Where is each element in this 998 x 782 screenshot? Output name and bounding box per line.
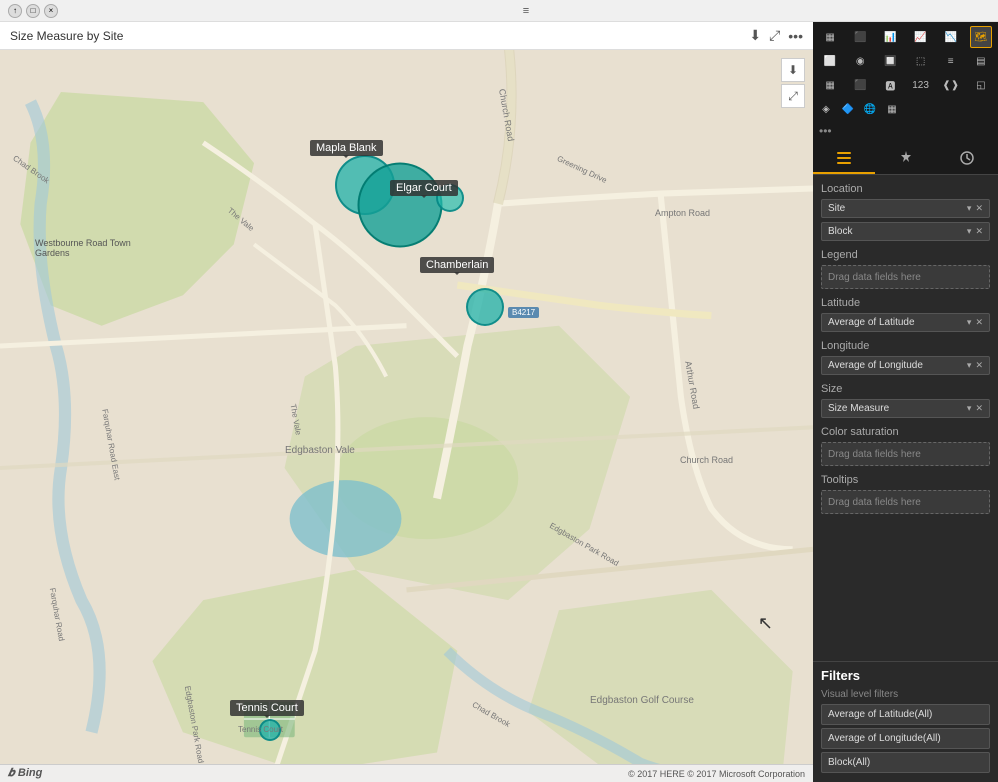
- map-panel: Size Measure by Site ⬇ ⤢ •••: [0, 22, 813, 782]
- viz-shape-icon[interactable]: ◈: [815, 98, 837, 120]
- win-maximize-btn[interactable]: □: [26, 4, 40, 18]
- field-tag-size[interactable]: Size Measure ▾ ✕: [821, 399, 990, 418]
- expand-btn[interactable]: ⤢: [769, 27, 780, 44]
- viz-text-icon[interactable]: 🅰: [879, 74, 901, 96]
- chevron-site-icon[interactable]: ▾: [967, 203, 972, 214]
- tab-format[interactable]: [875, 144, 937, 174]
- chevron-latitude-icon[interactable]: ▾: [967, 317, 972, 328]
- map-background: [0, 50, 813, 764]
- map-container[interactable]: Church Road Ampton Road Arthur Road Chur…: [0, 50, 813, 764]
- field-tag-longitude[interactable]: Average of Longitude ▾ ✕: [821, 356, 990, 375]
- map-title-bar: Size Measure by Site ⬇ ⤢ •••: [0, 22, 813, 50]
- legend-drop-zone: Drag data fields here: [821, 265, 990, 289]
- viz-treemap-icon[interactable]: 🔲: [879, 50, 901, 72]
- tooltips-drop-zone: Drag data fields here: [821, 490, 990, 514]
- bubble-chamberlain[interactable]: [466, 288, 504, 326]
- section-longitude-label: Longitude: [821, 340, 990, 352]
- field-tag-site-label: Site: [828, 203, 845, 214]
- filters-section: Filters Visual level filters Average of …: [813, 661, 998, 782]
- viz-kpi-icon[interactable]: ⬛: [849, 74, 871, 96]
- field-tag-longitude-label: Average of Longitude: [828, 360, 923, 371]
- right-panel: ▦ ⬛ 📊 📈 📉 🗺 ⬜ ◉ 🔲 ⬚ ≡ ▤ ▦ ⬛ 🅰 123 ❰❱: [813, 22, 998, 782]
- close-longitude-icon[interactable]: ✕: [975, 360, 983, 371]
- viz-row-3: ▦ ⬛ 🅰 123 ❰❱ ◱: [815, 74, 996, 96]
- fields-tabs: [813, 144, 998, 175]
- tab-fields[interactable]: [813, 144, 875, 174]
- viz-card-icon[interactable]: 123: [910, 74, 932, 96]
- close-block-icon[interactable]: ✕: [975, 226, 983, 237]
- viz-stacked-icon[interactable]: ⬛: [849, 26, 871, 48]
- viz-icons-area: ▦ ⬛ 📊 📈 📉 🗺 ⬜ ◉ 🔲 ⬚ ≡ ▤ ▦ ⬛ 🅰 123 ❰❱: [813, 22, 998, 144]
- field-tag-size-label: Size Measure: [828, 403, 889, 414]
- download-btn[interactable]: ⬇: [749, 27, 761, 44]
- section-legend-label: Legend: [821, 249, 990, 261]
- bing-logo: 𝒃 Bing: [8, 767, 42, 780]
- win-minimize-btn[interactable]: ↑: [8, 4, 22, 18]
- map-toolbar: ⬇ ⤢: [781, 58, 805, 108]
- viz-line-icon[interactable]: 📈: [910, 26, 932, 48]
- chevron-block-icon[interactable]: ▾: [967, 226, 972, 237]
- color-placeholder: Drag data fields here: [828, 449, 921, 460]
- filter-item-latitude[interactable]: Average of Latitude(All): [821, 704, 990, 725]
- filter-item-longitude[interactable]: Average of Longitude(All): [821, 728, 990, 749]
- viz-row-4: ◈ 🔷 🌐 ▦: [815, 98, 996, 120]
- zoom-out-icon[interactable]: ⬇: [781, 58, 805, 82]
- viz-funnel-icon[interactable]: ⬚: [910, 50, 932, 72]
- field-tag-site[interactable]: Site ▾ ✕: [821, 199, 990, 218]
- section-size-label: Size: [821, 383, 990, 395]
- viz-custom1-icon[interactable]: 🔷: [837, 98, 859, 120]
- viz-pie-icon[interactable]: ◉: [849, 50, 871, 72]
- close-site-icon[interactable]: ✕: [975, 203, 983, 214]
- map-footer: 𝒃 Bing © 2017 HERE © 2017 Microsoft Corp…: [0, 764, 813, 782]
- win-close-btn[interactable]: ×: [44, 4, 58, 18]
- field-tag-block[interactable]: Block ▾ ✕: [821, 222, 990, 241]
- close-latitude-icon[interactable]: ✕: [975, 317, 983, 328]
- viz-column-icon[interactable]: 📊: [879, 26, 901, 48]
- viz-map-icon[interactable]: 🗺: [970, 26, 992, 48]
- filters-subtitle: Visual level filters: [821, 689, 990, 700]
- section-location-label: Location: [821, 183, 990, 195]
- section-color-label: Color saturation: [821, 426, 990, 438]
- viz-slicer-icon[interactable]: ❰❱: [940, 74, 962, 96]
- field-tag-latitude-label: Average of Latitude: [828, 317, 915, 328]
- more-btn[interactable]: •••: [788, 28, 803, 44]
- viz-matrix-icon[interactable]: ▦: [819, 74, 841, 96]
- viz-row-2: ⬜ ◉ 🔲 ⬚ ≡ ▤: [815, 50, 996, 72]
- viz-more-btn[interactable]: •••: [815, 122, 996, 140]
- zoom-in-icon[interactable]: ⤢: [781, 84, 805, 108]
- viz-row-1: ▦ ⬛ 📊 📈 📉 🗺: [815, 26, 996, 48]
- filter-item-block[interactable]: Block(All): [821, 752, 990, 773]
- fields-content: Location Site ▾ ✕ Block ▾ ✕ Legend Drag …: [813, 175, 998, 661]
- legend-placeholder: Drag data fields here: [828, 272, 921, 283]
- viz-area-icon[interactable]: 📉: [940, 26, 962, 48]
- close-size-icon[interactable]: ✕: [975, 403, 983, 414]
- viz-scatter-icon[interactable]: ⬜: [819, 50, 841, 72]
- viz-image-icon[interactable]: ◱: [970, 74, 992, 96]
- more-menu-icon[interactable]: ≡: [62, 5, 990, 17]
- color-drop-zone: Drag data fields here: [821, 442, 990, 466]
- viz-gauge-icon[interactable]: ≡: [940, 50, 962, 72]
- viz-custom3-icon[interactable]: ▦: [881, 98, 903, 120]
- map-title: Size Measure by Site: [10, 29, 123, 43]
- tooltips-placeholder: Drag data fields here: [828, 497, 921, 508]
- viz-custom2-icon[interactable]: 🌐: [859, 98, 881, 120]
- viz-table-icon[interactable]: ▤: [970, 50, 992, 72]
- bubble-small[interactable]: [436, 184, 464, 212]
- bubble-elgar[interactable]: [358, 163, 443, 248]
- window-toolbar: ↑ □ × ≡: [0, 0, 998, 22]
- section-tooltips-label: Tooltips: [821, 474, 990, 486]
- bubble-tennis[interactable]: [259, 719, 281, 741]
- map-copyright: © 2017 HERE © 2017 Microsoft Corporation: [628, 769, 805, 779]
- viz-bar-icon[interactable]: ▦: [819, 26, 841, 48]
- field-tag-latitude[interactable]: Average of Latitude ▾ ✕: [821, 313, 990, 332]
- chevron-longitude-icon[interactable]: ▾: [967, 360, 972, 371]
- tab-analytics[interactable]: [936, 144, 998, 174]
- filters-title: Filters: [821, 668, 990, 683]
- section-latitude-label: Latitude: [821, 297, 990, 309]
- chevron-size-icon[interactable]: ▾: [967, 403, 972, 414]
- field-tag-block-label: Block: [828, 226, 852, 237]
